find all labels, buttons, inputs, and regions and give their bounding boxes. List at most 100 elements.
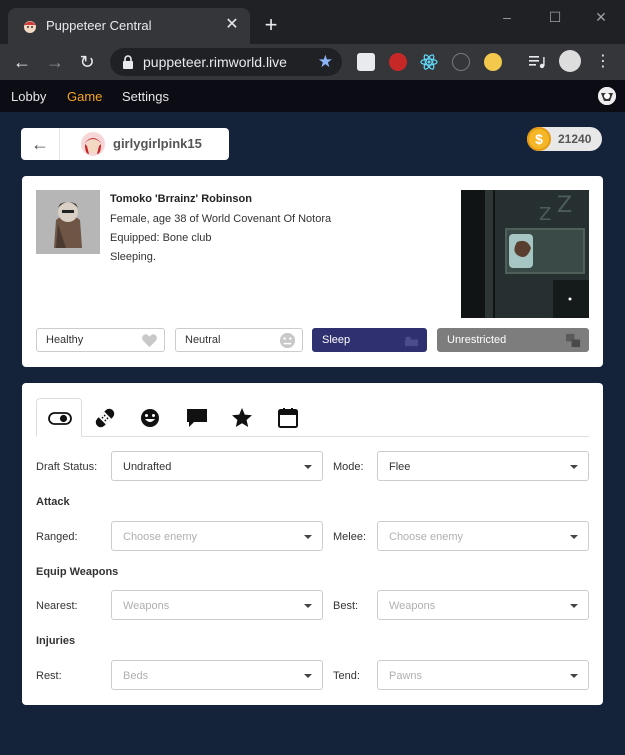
- equip-section-title: Equip Weapons: [36, 566, 119, 578]
- schedule-status[interactable]: Sleep: [312, 328, 427, 352]
- mode-select[interactable]: Flee: [377, 451, 589, 481]
- close-window-button[interactable]: ✕: [578, 6, 624, 28]
- bed-icon: [404, 336, 419, 347]
- ranged-label: Ranged:: [36, 531, 78, 543]
- rest-select[interactable]: Beds: [111, 660, 323, 690]
- tab-health[interactable]: [82, 398, 128, 437]
- maximize-button[interactable]: ☐: [532, 6, 578, 28]
- divider: [59, 128, 60, 160]
- pawn-map-view: Z Z: [461, 190, 589, 318]
- nav-lobby[interactable]: Lobby: [11, 89, 46, 104]
- calendar-icon: [278, 408, 298, 428]
- browser-tab[interactable]: Puppeteer Central ✕: [8, 8, 250, 44]
- tab-social[interactable]: [174, 398, 220, 437]
- browser-tabbar: Puppeteer Central ✕ + – ☐ ✕: [0, 0, 625, 44]
- media-queue-icon[interactable]: [528, 53, 546, 71]
- rest-placeholder: Beds: [123, 670, 149, 682]
- coin-balance: $ 21240: [527, 127, 602, 151]
- pawn-equipped: Equipped: Bone club: [110, 232, 212, 244]
- attack-section-title: Attack: [36, 496, 70, 508]
- minimize-button[interactable]: –: [484, 6, 530, 28]
- forward-arrow-icon[interactable]: →: [44, 51, 66, 73]
- tend-placeholder: Pawns: [389, 670, 423, 682]
- pawn-activity: Sleeping.: [110, 251, 156, 263]
- tab-title: Puppeteer Central: [46, 18, 152, 33]
- app-nav: Lobby Game Settings: [0, 80, 625, 112]
- react-devtools-icon[interactable]: [420, 53, 438, 71]
- chevron-down-icon: [570, 535, 578, 539]
- chevron-down-icon: [304, 535, 312, 539]
- star-icon: [232, 408, 252, 427]
- pawn-portrait: [36, 190, 100, 254]
- reload-icon[interactable]: ↻: [76, 51, 98, 73]
- browser-menu-icon[interactable]: ⋮: [592, 51, 614, 73]
- rest-label: Rest:: [36, 670, 62, 682]
- chevron-down-icon: [304, 465, 312, 469]
- back-arrow-icon[interactable]: ←: [11, 51, 33, 73]
- draft-status-value: Undrafted: [123, 461, 172, 473]
- user-pill: ← girlygirlpink15: [21, 128, 229, 160]
- bookmark-star-icon[interactable]: ★: [318, 52, 333, 72]
- extension-bookmark-icon[interactable]: [357, 53, 375, 71]
- controls-card: Draft Status: Undrafted Mode: Flee Attac…: [22, 383, 603, 705]
- tend-label: Tend:: [333, 670, 360, 682]
- svg-text:Z: Z: [557, 193, 572, 218]
- profile-avatar-icon[interactable]: [559, 50, 581, 72]
- nearest-placeholder: Weapons: [123, 600, 170, 612]
- pawn-card: Tomoko 'Brrainz' Robinson Female, age 38…: [22, 176, 603, 367]
- tab-mood[interactable]: [128, 398, 174, 437]
- nav-settings[interactable]: Settings: [122, 89, 169, 104]
- heart-icon: [142, 334, 157, 348]
- user-avatar: [81, 132, 105, 156]
- tab-draft[interactable]: [36, 398, 82, 437]
- area-status[interactable]: Unrestricted: [437, 328, 589, 352]
- username: girlygirlpink15: [113, 136, 202, 151]
- nav-user-avatar[interactable]: [598, 87, 616, 105]
- extension-hand-icon[interactable]: [389, 53, 407, 71]
- chevron-down-icon: [304, 604, 312, 608]
- area-status-label: Unrestricted: [447, 334, 507, 346]
- speech-bubble-icon: [187, 409, 207, 427]
- browser-toolbar: ← → ↻ puppeteer.rimworld.live ★ ⋮: [0, 44, 625, 80]
- toggle-icon: [48, 412, 72, 425]
- svg-text:Z: Z: [539, 204, 551, 225]
- address-bar[interactable]: puppeteer.rimworld.live ★: [110, 48, 342, 76]
- draft-status-select[interactable]: Undrafted: [111, 451, 323, 481]
- pawn-name: Tomoko 'Brrainz' Robinson: [110, 193, 252, 205]
- chevron-down-icon: [304, 674, 312, 678]
- tab-schedule[interactable]: [266, 398, 312, 437]
- extension-wave-icon[interactable]: [484, 53, 502, 71]
- nearest-label: Nearest:: [36, 600, 78, 612]
- url-text: puppeteer.rimworld.live: [143, 54, 287, 70]
- nav-game[interactable]: Game: [67, 89, 102, 104]
- mode-label: Mode:: [333, 461, 364, 473]
- puppeteer-favicon-icon: [24, 21, 36, 33]
- mood-status[interactable]: Neutral: [175, 328, 303, 352]
- coin-icon: $: [527, 127, 551, 151]
- tend-select[interactable]: Pawns: [377, 660, 589, 690]
- melee-label: Melee:: [333, 531, 367, 543]
- mood-status-label: Neutral: [185, 334, 221, 346]
- chevron-down-icon: [570, 604, 578, 608]
- chevron-down-icon: [570, 674, 578, 678]
- area-squares-icon: [565, 333, 581, 348]
- coin-count: 21240: [558, 132, 592, 146]
- best-label: Best:: [333, 600, 359, 612]
- tab-priorities[interactable]: [220, 398, 266, 437]
- schedule-status-label: Sleep: [322, 334, 351, 346]
- close-tab-icon[interactable]: ✕: [222, 15, 242, 35]
- new-tab-button[interactable]: +: [260, 14, 282, 36]
- back-button[interactable]: ←: [21, 128, 59, 160]
- best-placeholder: Weapons: [389, 600, 436, 612]
- best-weapon-select[interactable]: Weapons: [377, 590, 589, 620]
- melee-placeholder: Choose enemy: [389, 531, 463, 543]
- mode-value: Flee: [389, 461, 411, 473]
- extension-info-icon[interactable]: [452, 53, 470, 71]
- melee-select[interactable]: Choose enemy: [377, 521, 589, 551]
- ranged-select[interactable]: Choose enemy: [111, 521, 323, 551]
- nearest-weapon-select[interactable]: Weapons: [111, 590, 323, 620]
- health-status[interactable]: Healthy: [36, 328, 165, 352]
- lock-icon: [123, 55, 133, 69]
- pawn-description: Female, age 38 of World Covenant Of Noto…: [110, 213, 332, 225]
- injuries-section-title: Injuries: [36, 635, 76, 647]
